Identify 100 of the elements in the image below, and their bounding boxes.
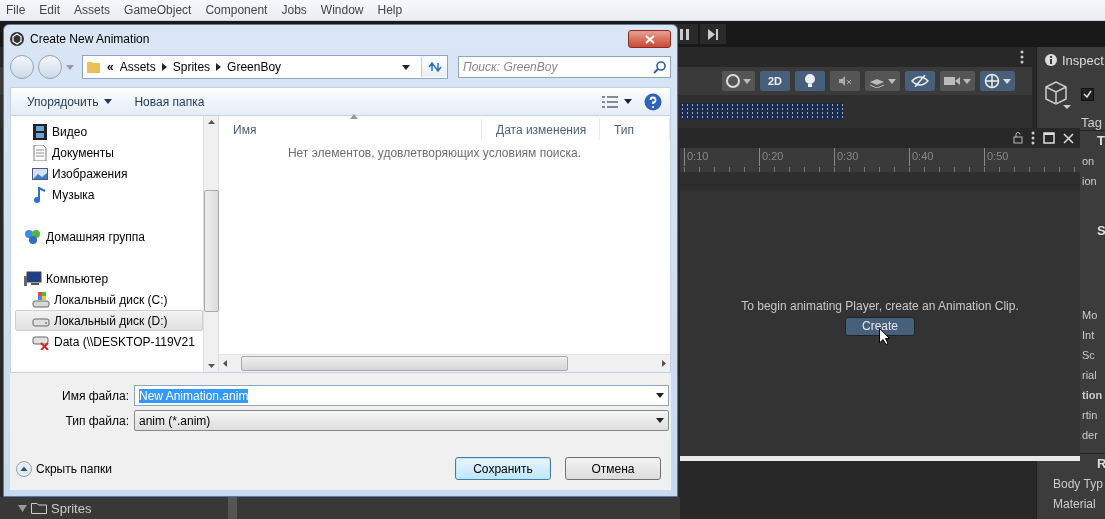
caret-icon (888, 78, 896, 84)
caret-icon (656, 393, 664, 398)
search-field[interactable]: Поиск: GreenBoy (458, 56, 671, 78)
picture-icon (32, 165, 48, 182)
refresh-button[interactable] (421, 57, 447, 77)
caret-icon (963, 78, 971, 84)
menu-item[interactable]: Window (320, 3, 364, 17)
file-type-dropdown[interactable]: anim (*.anim) (134, 410, 669, 431)
network-people-icon (24, 228, 42, 245)
caret-icon (743, 78, 751, 84)
field-label: on (1081, 154, 1096, 169)
speaker-mute-icon (838, 75, 852, 87)
command-button[interactable]: Новая папка (126, 90, 213, 113)
check-icon (1083, 90, 1092, 98)
field-label: Int (1081, 328, 1096, 343)
nav-item[interactable]: Компьютер (15, 268, 203, 289)
file-type-label: Тип файла: (64, 413, 129, 428)
dialog-button[interactable]: Сохранить (455, 457, 551, 480)
column-header[interactable]: Имя (219, 118, 482, 140)
lock-icon[interactable] (1013, 132, 1023, 144)
menu-item[interactable]: Jobs (281, 3, 307, 17)
document-icon (32, 144, 48, 161)
empty-clip-message: To begin animating Player, create an Animation Clip. (741, 298, 1019, 313)
breadcrumb[interactable]: Sprites (172, 60, 211, 74)
mode-label: 2D (767, 75, 783, 87)
empty-list-message: Нет элементов, удовлетворяющих условиям поиска. (286, 146, 583, 160)
scene-toggle-button[interactable] (980, 71, 1015, 91)
folder-label[interactable]: Sprites (51, 500, 92, 516)
refresh-arrows-icon (427, 61, 442, 73)
breadcrumb[interactable]: GreenBoy (227, 60, 282, 74)
folder-icon (87, 60, 101, 74)
nav-item[interactable]: Локальный диск (C:) (15, 289, 203, 310)
kebab-menu-icon[interactable] (1031, 131, 1035, 145)
scene-toggle-button[interactable] (905, 71, 935, 91)
view-options-button[interactable] (600, 93, 634, 110)
inspector-tab[interactable]: Inspect (1062, 52, 1104, 68)
light-bulb-icon (804, 74, 816, 88)
field-label: rtin (1081, 408, 1099, 423)
nav-item[interactable]: Домашняя группа (15, 226, 203, 247)
scene-toggle-button[interactable] (865, 71, 900, 91)
step-button[interactable] (700, 24, 726, 44)
field-label: Sc (1081, 348, 1096, 363)
menu-item[interactable]: Component (205, 3, 268, 17)
eye-slash-icon (911, 75, 929, 87)
step-forward-icon (707, 28, 719, 40)
time-label: 0:40 (909, 148, 984, 166)
nav-item[interactable]: Изображения (15, 163, 203, 184)
menu-item[interactable]: GameObject (124, 3, 192, 17)
nav-item[interactable]: Видео (15, 121, 203, 142)
menu-item[interactable]: Assets (74, 3, 111, 17)
menu-item[interactable]: Help (377, 3, 403, 17)
drive-windows-icon (32, 291, 50, 308)
scene-toggle-button[interactable] (830, 71, 860, 91)
chevron-icon (161, 63, 167, 71)
scroll-up-icon (207, 120, 215, 124)
hide-folders-button[interactable]: Скрыть папки (16, 460, 112, 477)
scene-toggle-button[interactable] (940, 71, 975, 91)
caret-icon (1003, 78, 1011, 84)
collapse-circle-icon (16, 460, 32, 477)
close-icon[interactable] (1063, 132, 1074, 144)
scroll-down-icon (207, 364, 215, 368)
caret-icon (656, 418, 664, 423)
command-button[interactable]: Упорядочить (19, 90, 121, 113)
column-header[interactable]: Дата изменения (482, 118, 600, 140)
active-checkbox[interactable] (1081, 87, 1094, 101)
scene-toggle-button[interactable]: 2D (760, 71, 790, 91)
time-label: 0:50 (984, 148, 1059, 166)
foldout-triangle-icon[interactable] (18, 504, 27, 512)
field-label: ion (1081, 174, 1098, 189)
menu-item[interactable]: File (6, 3, 26, 17)
gizmo-icon (984, 73, 1000, 89)
vertical-scrollbar[interactable] (203, 116, 219, 372)
column-header[interactable]: Тип (600, 118, 670, 140)
overflow-mark[interactable]: « (107, 60, 114, 74)
time-label: 0:30 (834, 148, 909, 166)
time-label: 0:20 (759, 148, 834, 166)
kebab-menu-icon[interactable] (1020, 50, 1024, 64)
field-label: der (1081, 428, 1099, 443)
breadcrumb[interactable]: Assets (119, 60, 156, 74)
address-bar[interactable]: « Assets Sprites GreenBoy (82, 55, 448, 79)
nav-item[interactable]: Data (\\DESKTOP-119V21 (15, 331, 203, 352)
scroll-right-icon (662, 360, 666, 367)
close-button[interactable] (628, 30, 671, 48)
file-name-label: Имя файла: (61, 388, 129, 403)
dialog-button[interactable]: Отмена (565, 457, 661, 480)
scene-toggle-button[interactable] (795, 71, 825, 91)
sort-arrow-icon (350, 114, 358, 119)
help-icon[interactable] (644, 92, 662, 111)
section-header: S (1096, 222, 1105, 240)
nav-item[interactable]: Музыка (15, 184, 203, 205)
caret-icon (624, 99, 632, 104)
tag-label: Tag (1081, 115, 1103, 130)
nav-item[interactable]: Локальный диск (D:) (15, 310, 203, 331)
scene-toggle-button[interactable] (722, 71, 755, 91)
search-icon (653, 61, 666, 74)
maximize-icon[interactable] (1043, 132, 1055, 144)
menu-item[interactable]: Edit (39, 3, 61, 17)
nav-item[interactable]: Документы (15, 142, 203, 163)
caret-icon (402, 64, 410, 70)
horizontal-scrollbar[interactable] (219, 354, 670, 372)
